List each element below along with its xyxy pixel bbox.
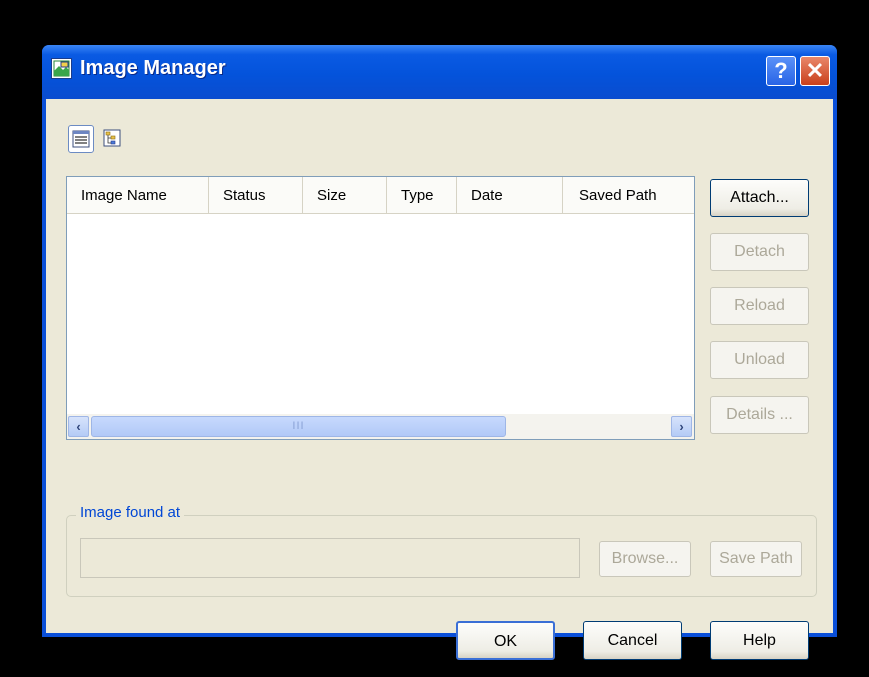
cancel-button[interactable]: Cancel xyxy=(583,621,682,660)
chevron-left-icon: ‹ xyxy=(76,419,81,434)
window-title: Image Manager xyxy=(80,57,226,79)
scroll-thumb[interactable]: III xyxy=(91,416,506,437)
ok-button[interactable]: OK xyxy=(456,621,555,660)
image-found-at-label: Image found at xyxy=(76,504,185,521)
image-path-field[interactable] xyxy=(80,538,580,578)
tree-view-button[interactable] xyxy=(100,125,126,153)
save-path-button[interactable]: Save Path xyxy=(710,541,802,577)
reload-button[interactable]: Reload xyxy=(710,287,809,325)
scroll-left-button[interactable]: ‹ xyxy=(68,416,89,437)
detach-button[interactable]: Detach xyxy=(710,233,809,271)
chevron-right-icon: › xyxy=(679,419,684,434)
image-list[interactable]: Image Name Status Size Type Date Saved P… xyxy=(66,176,695,440)
horizontal-scrollbar[interactable]: ‹ III › xyxy=(67,414,694,439)
list-view-icon xyxy=(69,130,93,156)
unload-button[interactable]: Unload xyxy=(710,341,809,379)
details-button[interactable]: Details ... xyxy=(710,396,809,434)
attach-button[interactable]: Attach... xyxy=(710,179,809,217)
image-manager-app-icon xyxy=(51,58,72,79)
image-manager-window: Image Manager ? ✕ Image Name Status Size… xyxy=(42,45,837,660)
help-title-button[interactable]: ? xyxy=(766,56,796,86)
browse-button[interactable]: Browse... xyxy=(599,541,691,577)
list-view-button[interactable] xyxy=(68,125,94,153)
list-header: Image Name Status Size Type Date Saved P… xyxy=(67,177,694,214)
column-status[interactable]: Status xyxy=(209,177,303,213)
help-button[interactable]: Help xyxy=(710,621,809,660)
scroll-right-button[interactable]: › xyxy=(671,416,692,437)
scroll-grip: III xyxy=(292,420,305,432)
dialog-body: Image Name Status Size Type Date Saved P… xyxy=(46,99,833,660)
close-button[interactable]: ✕ xyxy=(800,56,830,86)
tree-view-icon xyxy=(100,129,124,155)
title-bar[interactable]: Image Manager ? ✕ xyxy=(42,45,837,99)
column-date[interactable]: Date xyxy=(457,177,563,213)
column-size[interactable]: Size xyxy=(303,177,387,213)
column-image-name[interactable]: Image Name xyxy=(67,177,209,213)
column-type[interactable]: Type xyxy=(387,177,457,213)
column-saved-path[interactable]: Saved Path xyxy=(563,177,694,213)
